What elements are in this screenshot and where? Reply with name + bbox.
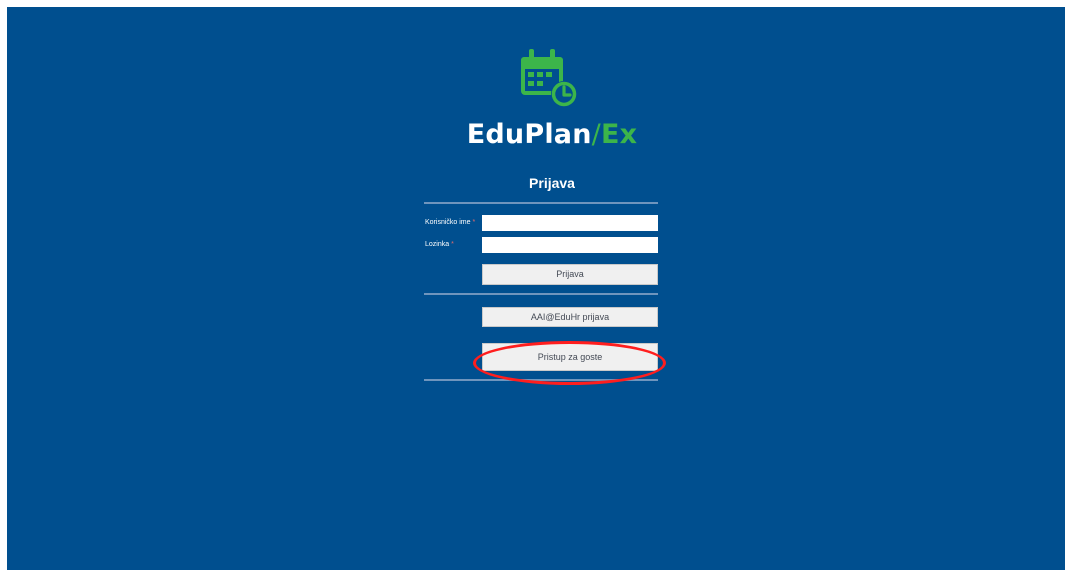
brand-name: EduPlan — [466, 119, 592, 150]
username-label-text: Korisničko ime — [425, 219, 471, 226]
password-label-text: Lozinka — [425, 241, 450, 248]
app-logo-text: EduPlan/Ex — [447, 119, 657, 151]
login-button[interactable]: Prijava — [482, 264, 658, 285]
divider-top — [424, 202, 658, 204]
calendar-clock-icon — [521, 49, 577, 107]
login-title: Prijava — [529, 175, 575, 191]
password-input[interactable] — [482, 237, 658, 253]
aai-eduhr-login-button[interactable]: AAI@EduHr prijava — [482, 307, 658, 327]
divider-bottom — [424, 379, 658, 381]
divider-middle — [424, 293, 658, 295]
brand-slash: / — [591, 119, 601, 150]
brand-suffix: Ex — [600, 119, 638, 150]
login-screen: EduPlan/Ex Prijava Korisničko ime * Lozi… — [7, 7, 1065, 570]
username-label: Korisničko ime * — [425, 218, 475, 228]
required-marker: * — [472, 219, 476, 226]
password-label: Lozinka * — [425, 240, 454, 250]
username-input[interactable] — [482, 215, 658, 231]
guest-access-button[interactable]: Pristup za goste — [482, 343, 658, 371]
required-marker: * — [451, 241, 454, 248]
